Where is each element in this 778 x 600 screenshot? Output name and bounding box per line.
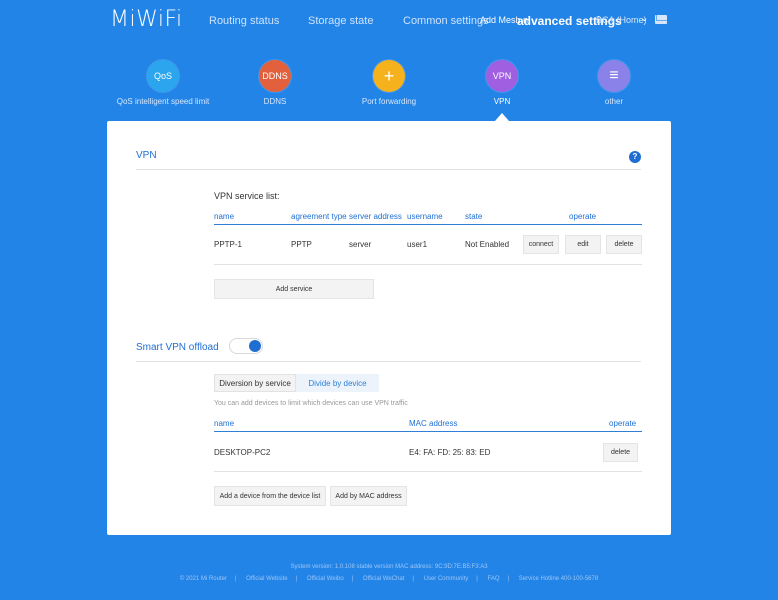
device-col-operate: operate [609, 419, 637, 428]
col-agreement-type: agreement type [291, 212, 347, 221]
footer-faq[interactable]: FAQ [488, 576, 500, 582]
footer-copyright: © 2021 Mi Router [179, 576, 227, 582]
nav-routing-status[interactable]: Routing status [209, 15, 279, 27]
help-icon[interactable]: ? [629, 151, 641, 163]
feature-qos[interactable]: QoS QoS intelligent speed limit [103, 60, 223, 106]
menu-icon: ≡ [598, 60, 630, 92]
vpn-row-username: user1 [407, 240, 428, 249]
footer-user-community[interactable]: User Community [424, 576, 469, 582]
toggle-knob [249, 340, 261, 352]
ddns-icon: DDNS [259, 60, 291, 92]
col-operate: operate [569, 212, 597, 221]
nav-storage-state[interactable]: Storage state [308, 15, 373, 27]
active-tab-pointer [495, 113, 509, 121]
add-device-from-list-button[interactable]: Add a device from the device list [214, 486, 326, 506]
vpn-row-type: PPTP [291, 240, 312, 249]
vpn-row-divider [214, 264, 642, 265]
add-by-mac-button[interactable]: Add by MAC address [330, 486, 407, 506]
feature-port-forwarding[interactable]: + Port forwarding [329, 60, 449, 106]
col-server-address: server address [349, 212, 402, 221]
footer-official-website[interactable]: Official Website [246, 576, 287, 582]
connect-button[interactable]: connect [523, 235, 559, 254]
device-row-divider [214, 471, 642, 472]
feature-ddns-label: DDNS [263, 97, 287, 106]
vpn-section-title: VPN [136, 150, 157, 161]
delete-vpn-button[interactable]: delete [606, 235, 642, 254]
chevron-down-icon[interactable]: ⌄ [640, 13, 648, 24]
add-service-button[interactable]: Add service [214, 279, 374, 299]
tab-diversion-by-service[interactable]: Diversion by service [214, 374, 296, 392]
feature-ddns[interactable]: DDNS DDNS [215, 60, 335, 106]
tab-divide-by-device[interactable]: Divide by device [296, 374, 379, 392]
footer-official-weibo[interactable]: Official Weibo [307, 576, 344, 582]
network-name[interactable]: BCA (Home) [596, 15, 647, 25]
device-table-header-line [214, 431, 642, 432]
smart-vpn-offload-toggle[interactable] [229, 338, 263, 354]
feature-vpn[interactable]: VPN VPN [442, 60, 562, 106]
vpn-row-state: Not Enabled [465, 240, 510, 249]
footer-links: © 2021 Mi Router | Official Website | Offi… [179, 576, 599, 582]
vpn-row-name: PPTP-1 [214, 240, 243, 249]
port-forwarding-icon: + [373, 60, 405, 92]
main-panel: VPN ? VPN service list: name agreement t… [107, 121, 671, 535]
qos-icon: QoS [147, 60, 179, 92]
feature-port-forwarding-label: Port forwarding [361, 97, 417, 106]
device-limit-hint: You can add devices to limit which devic… [214, 400, 408, 407]
miwifi-logo[interactable]: MiWiFi [110, 7, 183, 32]
col-state: state [465, 212, 483, 221]
vpn-icon: VPN [486, 60, 518, 92]
device-col-name: name [214, 419, 235, 428]
device-col-mac: MAC address [409, 419, 458, 428]
delete-device-button[interactable]: delete [603, 443, 638, 462]
feature-other[interactable]: ≡ other [554, 60, 674, 106]
vpn-table-header-line [214, 224, 642, 225]
mail-icon[interactable] [655, 15, 667, 24]
col-username: username [407, 212, 443, 221]
vpn-divider [136, 169, 641, 170]
vpn-service-list-label: VPN service list: [214, 191, 280, 201]
nav-common-settings[interactable]: Common settings [403, 15, 489, 27]
smart-divider [136, 361, 641, 362]
device-row-mac: E4: FA: FD: 25: 83: ED [409, 448, 491, 457]
system-version: System version: 1.0.108 stable version M… [290, 564, 488, 570]
footer-official-wechat[interactable]: Official WeChat [363, 576, 404, 582]
edit-button[interactable]: edit [565, 235, 601, 254]
device-row-name: DESKTOP-PC2 [214, 448, 271, 457]
footer-service-hotline: Service Hotline 400-100-5678 [518, 576, 599, 582]
feature-vpn-label: VPN [493, 97, 511, 106]
feature-other-label: other [604, 97, 624, 106]
smart-vpn-offload-title: Smart VPN offload [136, 342, 219, 353]
col-name: name [214, 212, 235, 221]
vpn-row-server: server [349, 240, 372, 249]
feature-qos-label: QoS intelligent speed limit [116, 97, 210, 106]
